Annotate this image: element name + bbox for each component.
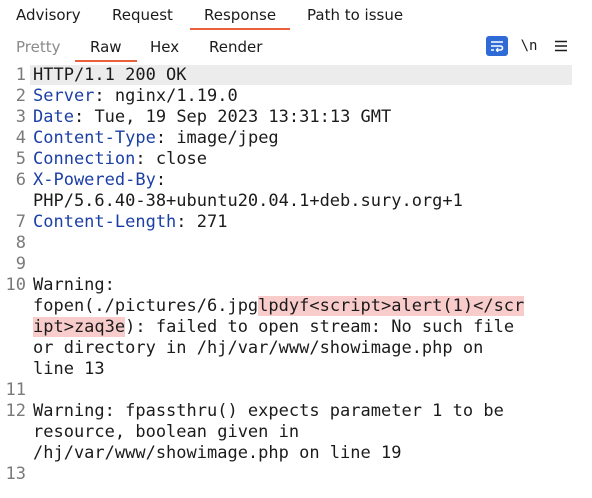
newline-label: \n [520,38,538,54]
header-key: Content-Length [33,212,177,232]
header-value: 271 [186,212,228,232]
header-key: Content-Type [33,128,156,148]
header-key: Connection [33,149,136,169]
header-value: Tue, 19 Sep 2023 13:31:13 GMT [84,107,392,127]
line-number: 11 [5,380,26,400]
tab-response[interactable]: Response [190,0,291,30]
line-number: 12 [5,401,26,421]
line-number: 4 [15,128,26,148]
line-number: 3 [15,107,26,127]
tab-pretty[interactable]: Pretty [16,36,61,60]
tab-request[interactable]: Request [112,0,173,30]
response-tab-bar: Advisory Request Response Path to issue [0,0,592,32]
warning-text: line 13 [33,359,105,379]
header-value: PHP/5.6.40-38+ubuntu20.04.1+deb.sury.org… [33,191,463,211]
warning-text: fopen(./pictures/6.jpg [33,296,259,316]
tab-path-to-issue[interactable]: Path to issue [307,0,403,30]
warning-text: /hj/var/www/showimage.php on line 19 [33,443,402,463]
line-number: 7 [15,212,26,232]
menu-button[interactable] [550,36,572,56]
header-key: Date [33,107,74,127]
line-number: 5 [15,149,26,169]
line-number: 10 [5,275,26,295]
header-key: X-Powered-By [33,170,156,190]
line-number: 1 [15,65,26,85]
line-number: 2 [15,86,26,106]
header-value: image/jpeg [166,128,279,148]
line-number: 6 [15,170,26,190]
header-value: close [145,149,208,169]
show-newlines-button[interactable]: \n [518,36,540,56]
tab-hex[interactable]: Hex [150,36,179,60]
line-number: 13 [5,464,26,484]
response-editor[interactable]: 1 HTTP/1.1 200 OK 2 Server: nginx/1.19.0 3… [0,63,592,498]
warning-text: Warning: fpassthru() expects parameter 1… [33,401,504,421]
header-value: nginx/1.19.0 [104,86,238,106]
wrap-lines-icon [491,41,504,52]
menu-icon [555,40,567,52]
warning-title: Warning: [33,275,115,295]
response-code: 1 HTTP/1.1 200 OK 2 Server: nginx/1.19.0 3… [0,65,525,485]
wrap-lines-button[interactable] [486,36,508,56]
reflected-payload-highlight: lpdyf<script>alert(1)</scr [258,296,525,316]
line-number: 9 [15,254,26,274]
reflected-payload-highlight: ipt>zaq3e [33,317,126,337]
status-line: HTTP/1.1 200 OK [33,65,187,85]
warning-text: or directory in /hj/var/www/showimage.ph… [33,338,484,358]
tab-render[interactable]: Render [209,36,262,60]
line-number: 8 [15,233,26,253]
warning-text: ): failed to open stream: No such file [125,317,515,337]
warning-text: resource, boolean given in [33,422,300,442]
header-key: Server [33,86,95,106]
tab-raw[interactable]: Raw [75,36,137,62]
tab-advisory[interactable]: Advisory [16,0,81,30]
